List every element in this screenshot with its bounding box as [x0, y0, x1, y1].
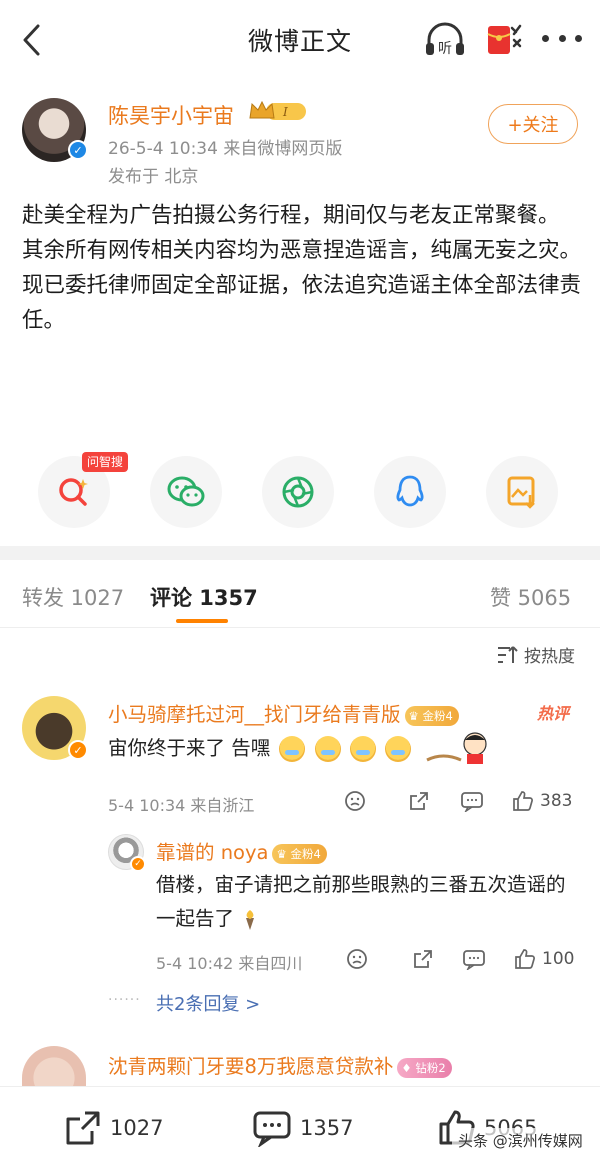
ai-search-tag: 问智搜	[82, 452, 129, 472]
tab-comment[interactable]: 评论 1357	[150, 582, 258, 612]
bottom-comment-button[interactable]: 1357	[252, 1109, 353, 1147]
active-tab-indicator	[176, 619, 228, 623]
sort-toggle[interactable]: 按热度	[496, 642, 575, 667]
ai-search-icon	[59, 478, 88, 506]
commenter-name[interactable]: 沈青两颗门牙要8万我愿意贷款补 ♦ 钻粉2	[108, 1050, 452, 1079]
comment-bubble-icon	[463, 950, 485, 970]
share-icon	[414, 950, 432, 968]
svg-text:听: 听	[438, 41, 452, 57]
bottom-repost-button[interactable]: 1027	[64, 1109, 163, 1147]
wechat-icon	[167, 476, 205, 507]
bottom-comment-count: 1357	[300, 1116, 354, 1140]
thumbs-up-icon	[515, 949, 535, 969]
vip-crown-level-icon: I	[249, 100, 306, 120]
post-line: 赴美全程为广告拍摄公务行程，期间仅与老友正常聚餐。	[22, 203, 560, 228]
post-line: 现已委托律师固定全部证据，依法追究造谣主体全部法律责任。	[22, 273, 582, 333]
share-row: 问智搜	[0, 448, 600, 532]
reply-name[interactable]: 靠谱的 noya ♛ 金粉4	[156, 836, 327, 865]
comment-dislike-button[interactable]	[344, 790, 366, 812]
tab-repost[interactable]: 转发 1027	[22, 582, 124, 612]
fan-badge-label: 金粉4	[422, 708, 453, 723]
image-download-icon	[507, 476, 535, 509]
author-header: ✓ 陈昊宇小宇宙 I 26-5-4 10:34 来自微博网页版 发布于 北京 +…	[0, 86, 600, 196]
more-replies-link[interactable]: 共2条回复 >	[156, 990, 260, 1016]
tab-like[interactable]: 赞 5065	[490, 582, 571, 612]
reply-dislike-button[interactable]	[346, 948, 368, 970]
crying-emoji-icon	[279, 736, 306, 762]
moments-icon	[282, 476, 314, 508]
share-moments-button[interactable]	[262, 456, 334, 528]
crying-emoji-icon	[314, 736, 341, 762]
tab-bar: 转发 1027 评论 1357 赞 5065	[0, 560, 600, 628]
section-divider	[0, 546, 600, 560]
share-icon	[410, 792, 428, 810]
share-wechat-button[interactable]	[150, 456, 222, 528]
commenter-name[interactable]: 小马骑摩托过河__找门牙给青青版 ♛ 金粉4	[108, 698, 459, 727]
cartoon-sticker-icon	[426, 732, 487, 764]
sort-icon	[498, 645, 518, 663]
reply-share-button[interactable]	[412, 948, 434, 970]
post-line: 其余所有网传相关内容均为恶意捏造谣言，纯属无妄之灾。	[22, 238, 582, 263]
author-name[interactable]: 陈昊宇小宇宙	[108, 100, 234, 130]
comment-like-button[interactable]: 383	[512, 790, 572, 812]
level-number: I	[282, 105, 288, 119]
comment-like-count: 383	[540, 791, 573, 811]
post-location: 发布于 北京	[108, 167, 199, 187]
fan-badge-label: 钻粉2	[415, 1060, 446, 1075]
commenter-avatar[interactable]	[22, 1046, 86, 1086]
repost-icon	[66, 1111, 100, 1145]
reply-reply-button[interactable]	[462, 948, 486, 970]
qq-icon	[396, 475, 424, 507]
hot-comment-tag: 热评	[537, 704, 570, 723]
page-title: 微博正文	[247, 27, 352, 56]
reply-like-button[interactable]: 100	[514, 948, 574, 970]
post-body: 赴美全程为广告拍摄公务行程，期间仅与老友正常聚餐。 其余所有网传相关内容均为恶意…	[22, 198, 582, 338]
verified-icon: ✓	[68, 140, 88, 160]
reply-text-body: 借楼，宙子请把之前那些眼熟的三番五次造谣的一起告了	[156, 873, 566, 930]
reply-like-count: 100	[542, 949, 575, 969]
reply-text: 借楼，宙子请把之前那些眼熟的三番五次造谣的一起告了	[156, 868, 566, 936]
torch-emoji-icon	[240, 908, 260, 932]
fan-badge: ♛ 金粉4	[404, 705, 459, 726]
share-qq-button[interactable]	[374, 456, 446, 528]
comment-text: 宙你终于来了 告嘿	[108, 730, 493, 768]
comment-bubble-icon	[461, 792, 483, 812]
comment-meta: 5-4 10:34 来自浙江	[108, 796, 255, 815]
follow-button[interactable]: +关注	[488, 104, 578, 144]
back-arrow-icon[interactable]	[18, 22, 48, 58]
source-watermark: 头条 @滨州传媒网	[452, 1128, 589, 1153]
commenter-name-text: 小马骑摩托过河__找门牙给青青版	[108, 703, 401, 726]
bottom-repost-count: 1027	[110, 1116, 164, 1140]
dislike-face-icon	[345, 791, 365, 811]
crying-emoji-icon	[385, 736, 412, 762]
crying-emoji-icon	[349, 736, 376, 762]
post-time-source: 26-5-4 10:34 来自微博网页版	[108, 139, 343, 159]
more-options-icon[interactable]	[542, 30, 582, 46]
dislike-face-icon	[347, 949, 367, 969]
fan-badge: ♛ 金粉4	[272, 843, 327, 864]
fan-badge-label: 金粉4	[290, 846, 321, 861]
verified-icon: ✓	[68, 740, 88, 760]
save-image-button[interactable]	[486, 456, 558, 528]
top-bar: 微博正文 听	[0, 0, 600, 80]
comment-reply-button[interactable]	[460, 790, 484, 812]
red-packet-icon[interactable]	[484, 18, 524, 60]
comment-share-button[interactable]	[408, 790, 430, 812]
thumbs-up-icon	[513, 791, 533, 811]
replies-dots: ······	[108, 992, 141, 1008]
commenter-name-text: 沈青两颗门牙要8万我愿意贷款补	[108, 1055, 394, 1078]
sort-label: 按热度	[524, 647, 575, 667]
fan-badge: ♦ 钻粉2	[397, 1057, 452, 1078]
comment-text-body: 宙你终于来了 告嘿	[108, 736, 271, 760]
reply-name-text: 靠谱的 noya	[156, 841, 269, 864]
listen-headphones-icon[interactable]: 听	[423, 20, 467, 60]
reply-meta: 5-4 10:42 来自四川	[156, 954, 303, 973]
verified-icon: ✓	[130, 856, 146, 872]
comment-icon	[253, 1111, 291, 1147]
